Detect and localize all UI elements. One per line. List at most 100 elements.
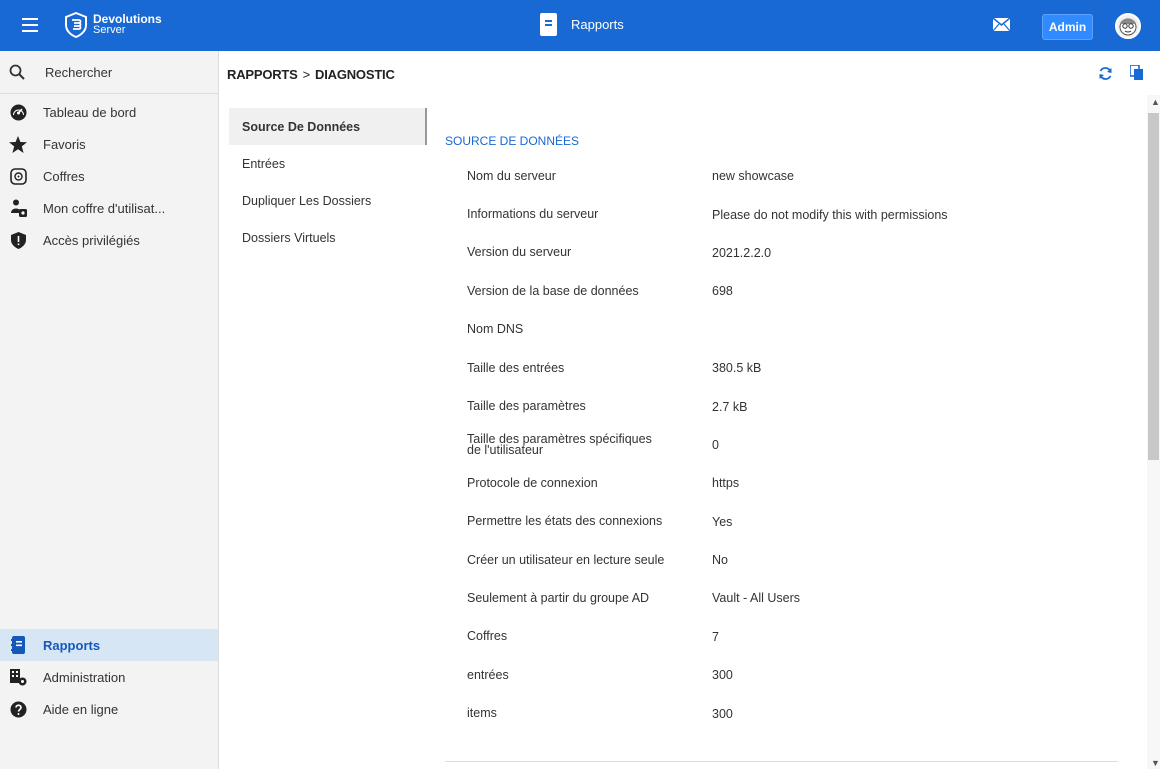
info-key: entrées xyxy=(467,667,509,682)
info-value: 0 xyxy=(712,437,719,452)
copy-icon[interactable] xyxy=(1130,65,1144,81)
info-value: No xyxy=(712,553,728,568)
administration-icon xyxy=(9,668,26,685)
sidebar-item-dashboard[interactable]: Tableau de bord xyxy=(0,96,218,128)
avatar-face-icon xyxy=(1119,18,1137,36)
shield-icon xyxy=(10,231,26,249)
info-value: Vault - All Users xyxy=(712,591,800,606)
info-row: Nom DNS xyxy=(445,311,1135,349)
top-bar: Devolutions Server Rapports Admin xyxy=(0,0,1160,51)
subnav-duplicate-folders[interactable]: Dupliquer Les Dossiers xyxy=(229,182,427,219)
info-row: Nom du serveur new showcase xyxy=(445,157,1135,195)
reports-book-icon xyxy=(540,13,557,36)
info-key: Version de la base de données xyxy=(467,283,639,298)
info-row: Version de la base de données 698 xyxy=(445,272,1135,310)
info-row: Version du serveur 2021.2.2.0 xyxy=(445,234,1135,272)
report-subnav: Source De Données Entrées Dupliquer Les … xyxy=(229,108,427,256)
help-icon xyxy=(10,701,26,717)
devolutions-shield-icon xyxy=(65,12,87,38)
app-logo[interactable]: Devolutions Server xyxy=(65,12,162,38)
info-value: 2.7 kB xyxy=(712,399,748,414)
scrollbar-thumb[interactable] xyxy=(1148,113,1159,460)
subnav-entries[interactable]: Entrées xyxy=(229,145,427,182)
info-key: Nom du serveur xyxy=(467,168,556,183)
sidebar-item-vaults[interactable]: Coffres xyxy=(0,160,218,192)
sidebar-item-user-vault[interactable]: Mon coffre d'utilisat... xyxy=(0,192,218,224)
breadcrumb-diagnostic: DIAGNOSTIC xyxy=(315,67,395,82)
reports-icon xyxy=(11,636,25,654)
admin-button[interactable]: Admin xyxy=(1042,14,1093,40)
info-key: Permettre les états des connexions xyxy=(467,514,663,529)
main-header: RAPPORTS > DIAGNOSTIC xyxy=(219,51,1160,95)
user-avatar[interactable] xyxy=(1115,13,1141,39)
info-row: Coffres 7 xyxy=(445,618,1135,656)
sidebar-item-privileged-access[interactable]: Accès privilégiés xyxy=(0,224,218,256)
info-row: entrées 300 xyxy=(445,656,1135,694)
info-value: 7 xyxy=(712,629,719,644)
star-icon xyxy=(9,135,27,153)
subnav-virtual-folders[interactable]: Dossiers Virtuels xyxy=(229,219,427,256)
info-row: Taille des entrées 380.5 kB xyxy=(445,349,1135,387)
info-row: Seulement à partir du groupe AD Vault - A… xyxy=(445,579,1135,617)
info-value: Please do not modify this with permissio… xyxy=(712,207,948,222)
sidebar-item-label: Rapports xyxy=(43,637,101,653)
info-key: Protocole de connexion xyxy=(467,475,598,490)
sidebar-item-label: Mon coffre d'utilisat... xyxy=(43,200,166,216)
sidebar: Rechercher Tableau de bord Favoris Coffr… xyxy=(0,51,219,769)
page-title: Rapports xyxy=(571,17,624,32)
sidebar-search[interactable]: Rechercher xyxy=(0,51,218,94)
info-key: Taille des entrées xyxy=(467,360,565,375)
info-row: items 300 xyxy=(445,694,1135,732)
search-icon xyxy=(9,64,25,80)
sidebar-item-reports[interactable]: Rapports xyxy=(0,629,218,661)
sidebar-item-label: Accès privilégiés xyxy=(43,232,140,248)
sidebar-item-label: Administration xyxy=(43,669,126,685)
sidebar-item-help[interactable]: Aide en ligne xyxy=(0,693,218,725)
info-row: Taille des paramètres spécifiques de l'u… xyxy=(445,426,1135,464)
content-divider xyxy=(445,761,1118,762)
info-row: Permettre les états des connexions Yes xyxy=(445,503,1135,541)
breadcrumb-separator: > xyxy=(302,67,311,82)
sidebar-item-administration[interactable]: Administration xyxy=(0,661,218,693)
info-value: 698 xyxy=(712,284,733,299)
info-value: 380.5 kB xyxy=(712,361,762,376)
info-value: Yes xyxy=(712,514,733,529)
info-row: Protocole de connexion https xyxy=(445,464,1135,502)
breadcrumb: RAPPORTS > DIAGNOSTIC xyxy=(227,67,395,82)
mail-icon[interactable] xyxy=(993,18,1010,31)
info-key: Nom DNS xyxy=(467,322,524,337)
user-vault-icon xyxy=(10,199,27,217)
subnav-data-source[interactable]: Source De Données xyxy=(229,108,427,145)
vault-icon xyxy=(9,167,27,185)
sidebar-item-favorites[interactable]: Favoris xyxy=(0,128,218,160)
diagnostic-content: SOURCE DE DONNÉES Nom du serveur new show… xyxy=(445,125,1135,733)
sidebar-item-label: Favoris xyxy=(43,136,86,152)
hamburger-menu-icon[interactable] xyxy=(22,18,38,32)
breadcrumb-reports[interactable]: RAPPORTS xyxy=(227,67,298,82)
dashboard-icon xyxy=(10,104,26,120)
info-key: Taille des paramètres xyxy=(467,399,586,414)
info-value: new showcase xyxy=(712,169,794,184)
info-value: 300 xyxy=(712,706,733,721)
scroll-down-arrow-icon[interactable]: ▼ xyxy=(1151,758,1160,768)
search-label: Rechercher xyxy=(45,64,113,80)
info-key: Coffres xyxy=(467,629,508,644)
refresh-icon[interactable] xyxy=(1098,66,1113,81)
info-value: 2021.2.2.0 xyxy=(712,245,772,260)
logo-subtitle: Server xyxy=(93,24,126,36)
sidebar-item-label: Aide en ligne xyxy=(43,701,119,717)
sidebar-item-label: Coffres xyxy=(43,168,85,184)
section-title: SOURCE DE DONNÉES xyxy=(445,134,580,148)
sidebar-item-label: Tableau de bord xyxy=(43,104,137,120)
scroll-up-arrow-icon[interactable]: ▲ xyxy=(1151,97,1160,107)
info-row: Informations du serveur Please do not mod… xyxy=(445,195,1135,233)
info-value: 300 xyxy=(712,668,733,683)
info-key: items xyxy=(467,706,497,721)
info-key: Informations du serveur xyxy=(467,207,599,222)
info-value: https xyxy=(712,476,740,491)
info-key: Version du serveur xyxy=(467,245,572,260)
info-row: Taille des paramètres 2.7 kB xyxy=(445,387,1135,425)
info-row: Créer un utilisateur en lecture seule No xyxy=(445,541,1135,579)
info-key: Taille des paramètres spécifiques de l'u… xyxy=(467,431,652,457)
info-key: Seulement à partir du groupe AD xyxy=(467,590,650,605)
